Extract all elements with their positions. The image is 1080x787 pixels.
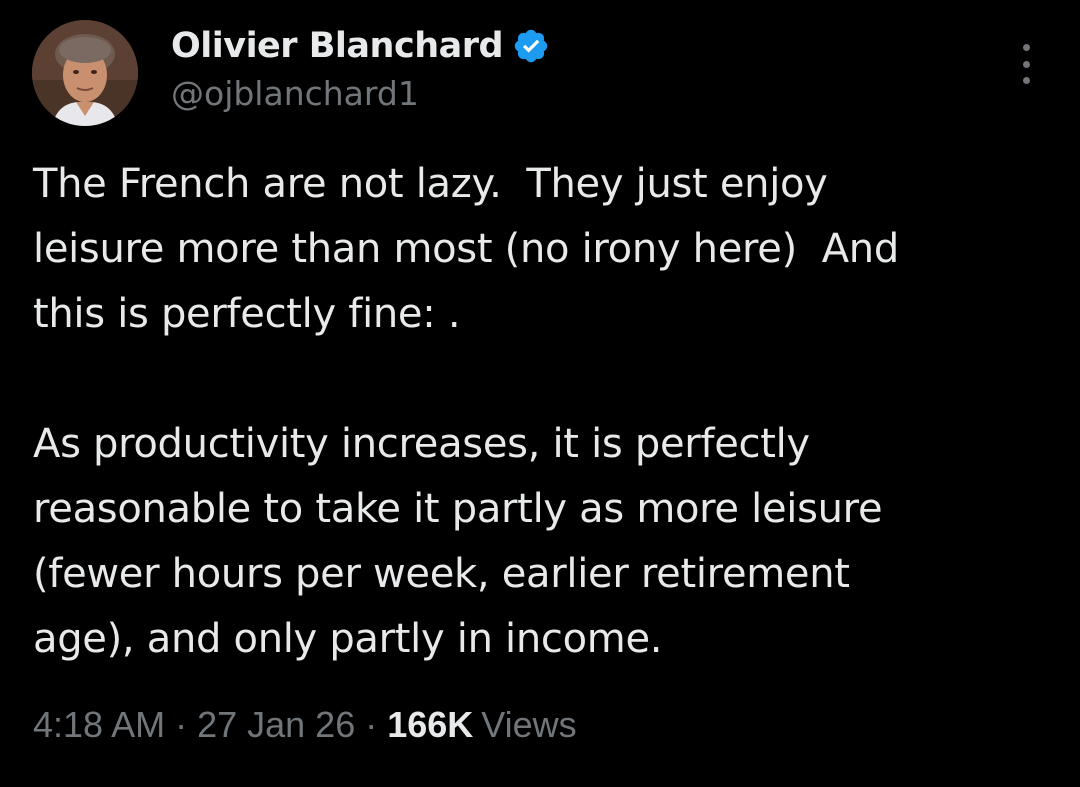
more-dot <box>1022 77 1030 84</box>
views-label[interactable]: Views <box>481 704 576 746</box>
tweet-line: age), and only partly in income. <box>33 616 663 662</box>
tweet-line: this is perfectly fine: . <box>33 291 461 337</box>
avatar-photo <box>32 20 138 126</box>
tweet-time[interactable]: 4:18 AM <box>33 704 165 746</box>
tweet-meta: 4:18 AM · 27 Jan 26 · 166K Views <box>33 704 577 746</box>
meta-separator: · <box>175 704 188 745</box>
author-name-row[interactable]: Olivier Blanchard <box>171 22 550 70</box>
meta-separator: · <box>365 704 378 745</box>
more-dot <box>1022 44 1030 51</box>
views-count[interactable]: 166K <box>387 704 473 746</box>
verified-badge-icon <box>512 27 550 65</box>
tweet-text: The French are not lazy. They just enjoy… <box>33 152 1073 672</box>
tweet: Olivier Blanchard @ojblanchard1 The Fren… <box>0 0 1080 787</box>
paragraph-break <box>33 347 1073 412</box>
avatar[interactable] <box>32 20 138 126</box>
tweet-line: (fewer hours per week, earlier retiremen… <box>33 551 850 597</box>
tweet-line: The French are not lazy. They just enjoy <box>33 161 828 207</box>
tweet-line: As productivity increases, it is perfect… <box>33 421 810 467</box>
tweet-line: reasonable to take it partly as more lei… <box>33 486 883 532</box>
author-display-name[interactable]: Olivier Blanchard <box>171 26 504 66</box>
author-handle[interactable]: @ojblanchard1 <box>171 74 419 113</box>
more-dot <box>1022 60 1030 68</box>
tweet-date[interactable]: 27 Jan 26 <box>197 704 355 746</box>
tweet-line: leisure more than most (no irony here) A… <box>33 226 899 272</box>
more-options-icon[interactable] <box>1014 44 1038 84</box>
